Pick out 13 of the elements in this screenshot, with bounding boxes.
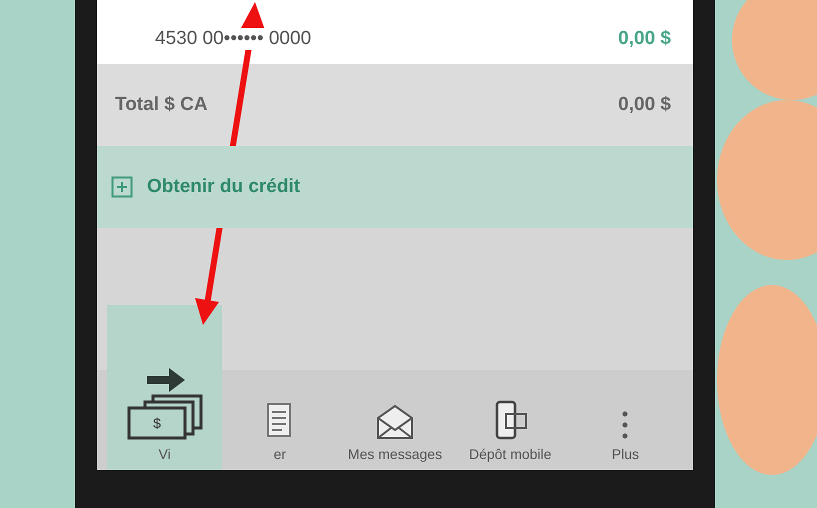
- total-amount: 0,00 $: [618, 94, 671, 116]
- total-label: Total $ CA: [115, 94, 208, 116]
- nav-tab[interactable]: $ Vi: [107, 305, 222, 470]
- nav-tab[interactable]: Plus: [568, 380, 684, 470]
- more-icon: [621, 410, 630, 440]
- plus-square-icon: [111, 176, 133, 198]
- nav-tab[interactable]: Mes messages: [337, 380, 453, 470]
- nav-tab[interactable]: Dépôt mobile: [452, 380, 568, 470]
- envelope-icon: [375, 404, 415, 440]
- nav-tab[interactable]: er: [222, 380, 338, 470]
- get-credit-button[interactable]: Obtenir du crédit: [97, 146, 693, 228]
- card-number: 4530 00•••••• 0000: [155, 28, 312, 50]
- card-balance: 0,00 $: [618, 28, 671, 50]
